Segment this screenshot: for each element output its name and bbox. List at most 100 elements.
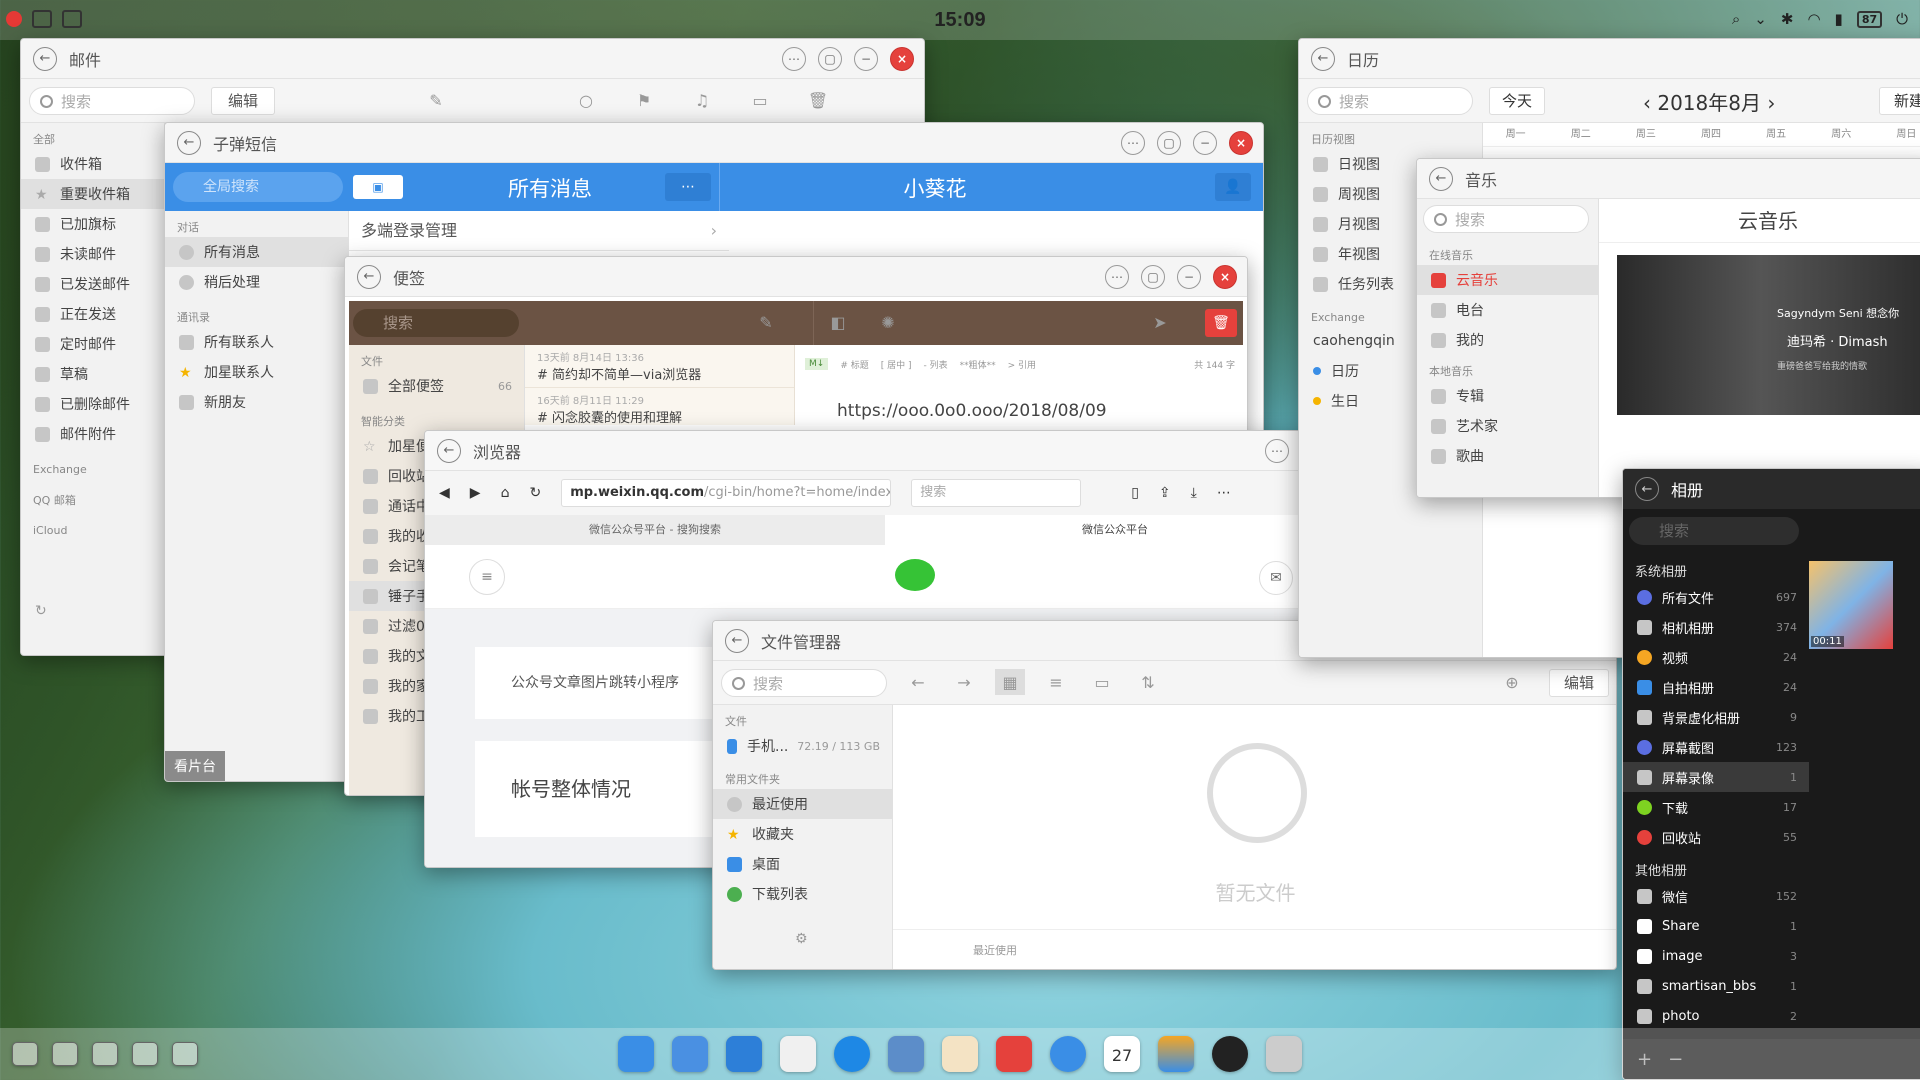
url-input[interactable]: mp.weixin.qq.com/cgi-bin/home?t=home/ind… — [561, 479, 892, 507]
gallery-app-icon[interactable] — [888, 1036, 924, 1072]
mail-app-icon[interactable] — [672, 1036, 708, 1072]
new-note-icon[interactable]: ✎ — [751, 309, 781, 335]
home-icon[interactable]: ⌂ — [501, 485, 510, 501]
list-view-icon[interactable]: ≡ — [1041, 669, 1071, 695]
bluetooth-icon[interactable]: ✱ — [1781, 10, 1794, 28]
compose-icon[interactable]: ✎ — [421, 87, 451, 113]
back-button[interactable]: ← — [33, 46, 57, 71]
launcher-icon[interactable] — [618, 1036, 654, 1072]
bell-icon[interactable]: ♫ — [687, 87, 717, 113]
folder-icon[interactable]: ▭ — [745, 87, 775, 113]
album-item[interactable]: 自拍相册 24 — [1623, 672, 1809, 702]
trash-icon[interactable]: 🗑 — [803, 87, 833, 113]
today-button[interactable]: 今天 — [1489, 87, 1545, 115]
edit-button[interactable]: 编辑 — [1549, 669, 1609, 697]
folder-item[interactable]: 桌面 — [713, 849, 892, 879]
send-icon[interactable]: ➤ — [1145, 309, 1175, 335]
back-arrow-icon[interactable]: ◀ — [439, 485, 450, 501]
more-button[interactable]: ⋯ — [1265, 439, 1289, 463]
edit-button[interactable]: 编辑 — [211, 87, 275, 115]
chat-item[interactable]: 稍后处理 — [165, 267, 348, 297]
album-item[interactable]: smartisan_bbs 1 — [1623, 971, 1809, 1001]
grid-view-icon[interactable]: ▦ — [995, 669, 1025, 695]
close-button[interactable]: × — [890, 47, 914, 71]
music-app-icon[interactable] — [1212, 1036, 1248, 1072]
download-icon[interactable]: ⊕ — [1497, 669, 1527, 695]
back-button[interactable]: ← — [725, 628, 749, 653]
maximize-button[interactable]: ▢ — [818, 47, 842, 71]
dock-left-icon[interactable] — [132, 1042, 158, 1066]
back-button[interactable]: ← — [1311, 46, 1335, 71]
music-source-item[interactable]: 电台 — [1417, 295, 1598, 325]
heading-button[interactable]: # 标题 — [840, 358, 868, 371]
footer-label[interactable]: 看片台 — [165, 751, 225, 781]
menu-icon[interactable]: ≡ — [469, 559, 505, 595]
local-music-item[interactable]: 歌曲 — [1417, 441, 1598, 471]
desktop-app-icon[interactable] — [1158, 1036, 1194, 1072]
search-icon[interactable]: ⌕ — [1732, 10, 1740, 28]
mailbox-item[interactable]: 已删除邮件 — [21, 389, 164, 419]
mailbox-item[interactable]: 已发送邮件 — [21, 269, 164, 299]
contact-item[interactable]: 新朋友 — [165, 387, 348, 417]
chat-item[interactable]: 所有消息 — [165, 237, 348, 267]
dock-left-icon[interactable] — [172, 1042, 198, 1066]
mailbox-item[interactable]: 已加旗标 — [21, 209, 164, 239]
mailbox-item[interactable]: 收件箱 — [21, 149, 164, 179]
search-input[interactable]: 搜索 — [1629, 517, 1799, 545]
mailbox-item[interactable]: 邮件附件 — [21, 419, 164, 449]
folder-item[interactable]: 下载列表 — [713, 879, 892, 909]
month-label[interactable]: ‹ 2018年8月 › — [1643, 87, 1775, 116]
minimize-button[interactable]: − — [1193, 131, 1217, 155]
tab[interactable]: 微信公众号平台 - 搜狗搜索 — [425, 515, 885, 545]
album-item[interactable]: 相机相册 374 — [1623, 612, 1809, 642]
user-icon[interactable]: 👤 — [1215, 173, 1251, 201]
music-banner[interactable]: Sagyndym Seni 想念你 迪玛希 · Dimash 重磅爸爸写给我的情… — [1617, 255, 1920, 415]
dock-left-icon[interactable] — [12, 1042, 38, 1066]
layout-icon[interactable]: ◧ — [823, 309, 853, 335]
apps-grid-icon[interactable] — [726, 1036, 762, 1072]
album-item[interactable]: 屏幕录像 1 — [1623, 762, 1809, 792]
office-app-icon[interactable] — [996, 1036, 1032, 1072]
more-icon[interactable]: ⋯ — [665, 173, 711, 201]
mail-icon[interactable]: ✉ — [1259, 561, 1293, 595]
share-icon[interactable]: ⇪ — [1159, 485, 1171, 501]
dock-left-icon[interactable] — [52, 1042, 78, 1066]
note-item[interactable]: 16天前 8月11日 11:29 # 闪念胶囊的使用和理解 — [525, 388, 794, 430]
all-notes-item[interactable]: 全部便签 66 — [349, 371, 524, 401]
tab[interactable]: 微信公众平台 — [885, 515, 1345, 545]
sms-app-icon[interactable] — [1050, 1036, 1086, 1072]
login-management-row[interactable]: 多端登录管理 › — [349, 211, 729, 251]
account-exchange[interactable]: Exchange — [21, 449, 164, 478]
close-button[interactable]: × — [1229, 131, 1253, 155]
album-item[interactable]: 视频 24 — [1623, 642, 1809, 672]
more-button[interactable]: ⋯ — [1105, 265, 1129, 289]
minimize-button[interactable]: − — [854, 47, 878, 71]
center-button[interactable]: [ 居中 ] — [881, 358, 912, 371]
minimize-button[interactable]: − — [1177, 265, 1201, 289]
search-input[interactable]: 搜索 — [1423, 205, 1589, 233]
new-folder-icon[interactable]: ▭ — [1087, 669, 1117, 695]
search-input[interactable]: 搜索 — [29, 87, 195, 115]
new-event-button[interactable]: 新建 — [1879, 87, 1920, 115]
local-music-item[interactable]: 艺术家 — [1417, 411, 1598, 441]
close-button[interactable]: × — [1213, 265, 1237, 289]
album-item[interactable]: 屏幕截图 123 — [1623, 732, 1809, 762]
mailbox-item[interactable]: 正在发送 — [21, 299, 164, 329]
music-source-item[interactable]: 云音乐 — [1417, 265, 1598, 295]
album-item[interactable]: photo 2 — [1623, 1001, 1809, 1031]
files-app-icon[interactable] — [780, 1036, 816, 1072]
dock-left-icon[interactable] — [92, 1042, 118, 1066]
browser-app-icon[interactable] — [834, 1036, 870, 1072]
back-button[interactable]: ← — [1635, 477, 1659, 501]
local-music-item[interactable]: 专辑 — [1417, 381, 1598, 411]
wifi-icon[interactable]: ◠ — [1807, 10, 1820, 28]
markdown-toggle[interactable]: M↓ — [805, 358, 829, 370]
mailbox-item[interactable]: 草稿 — [21, 359, 164, 389]
album-item[interactable]: 下载 17 — [1623, 792, 1809, 822]
theme-icon[interactable]: ✺ — [873, 309, 903, 335]
contact-item[interactable]: 所有联系人 — [165, 327, 348, 357]
account-qq[interactable]: QQ 邮箱 — [21, 478, 164, 510]
more-button[interactable]: ⋯ — [1121, 131, 1145, 155]
editor-content[interactable]: https://ooo.0o0.ooo/2018/08/09 — [837, 401, 1107, 421]
music-source-item[interactable]: 我的 — [1417, 325, 1598, 355]
